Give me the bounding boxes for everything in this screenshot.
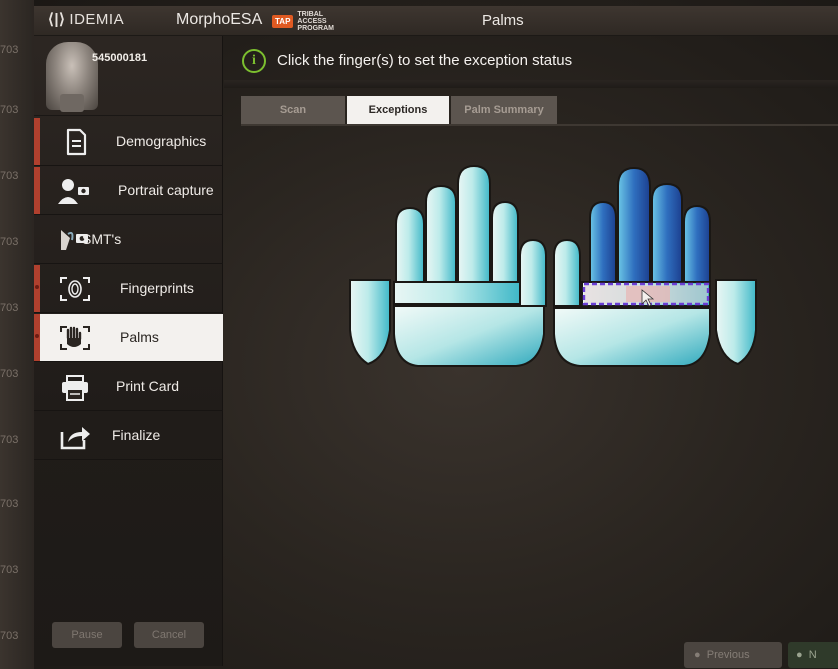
sidebar-item-print-card[interactable]: Print Card: [34, 363, 223, 411]
fingerprint-scanner-icon: [60, 277, 90, 301]
idemia-mark-icon: ⟨|⟩: [48, 11, 66, 28]
avatar-neck: [60, 94, 84, 112]
document-icon: [66, 128, 87, 156]
sidebar-item-demographics[interactable]: Demographics: [34, 118, 223, 166]
next-button[interactable]: ● N: [788, 642, 838, 668]
right-hand: [553, 166, 757, 367]
status-dot: [35, 334, 39, 338]
tab-exceptions[interactable]: Exceptions: [347, 96, 449, 124]
window-title: Palms: [482, 12, 524, 29]
next-icon: ●: [796, 649, 809, 661]
right-palm[interactable]: [553, 307, 711, 367]
app-name: MorphoESA: [176, 11, 263, 28]
right-thumb[interactable]: [715, 279, 757, 366]
sidebar-item-label: Fingerprints: [120, 280, 194, 296]
status-dot: [35, 285, 39, 289]
left-interdigital-area[interactable]: [393, 281, 521, 305]
instruction-bar: i Click the finger(s) to set the excepti…: [224, 46, 838, 76]
tab-palm-summary[interactable]: Palm Summary: [451, 96, 557, 124]
portrait-camera-icon: [58, 179, 89, 204]
subject-id: 545000181: [92, 52, 148, 64]
bezel-number: 703: [0, 630, 19, 642]
sidebar-item-label: Palms: [120, 329, 159, 345]
info-icon: i: [242, 49, 266, 73]
left-palm[interactable]: [393, 305, 545, 367]
sidebar-item-palms[interactable]: Palms: [34, 314, 223, 362]
tap-logo: TAP TRIBAL ACCESS PROGRAM: [272, 10, 334, 32]
main-panel: i Click the finger(s) to set the excepti…: [224, 36, 838, 669]
left-ring-finger[interactable]: [457, 164, 491, 283]
bezel-number: 703: [0, 498, 19, 510]
sidebar-item-portrait-capture[interactable]: Portrait capture: [34, 167, 223, 215]
bezel-strip: 703 703 703 703 703 703 703 703 703 703: [0, 0, 34, 669]
tap-program-text: TRIBAL ACCESS PROGRAM: [297, 10, 334, 32]
previous-button[interactable]: ● Previous: [684, 642, 782, 668]
left-pinky-column[interactable]: [491, 200, 519, 283]
right-middle-finger[interactable]: [617, 166, 651, 283]
screen: 703 703 703 703 703 703 703 703 703 703 …: [0, 0, 838, 669]
left-thumb[interactable]: [349, 279, 391, 366]
sidebar-item-fingerprints[interactable]: Fingerprints: [34, 265, 223, 313]
sidebar-item-label: Demographics: [116, 133, 207, 149]
instruction-text: Click the finger(s) to set the exception…: [277, 52, 573, 69]
printer-icon: [62, 375, 88, 401]
bezel-number: 703: [0, 302, 19, 314]
bezel-number: 703: [0, 236, 19, 248]
right-ring-finger[interactable]: [589, 200, 617, 283]
bezel-number: 703: [0, 104, 19, 116]
right-little-finger[interactable]: [553, 238, 581, 307]
sidebar-item-label: Finalize: [112, 427, 161, 443]
left-middle-finger[interactable]: [425, 184, 457, 283]
palm-scanner-icon: [60, 326, 90, 350]
sidebar: 545000181 Demographics Portrait capture: [34, 36, 223, 666]
brand-name: IDEMIA: [69, 11, 125, 28]
next-label: N: [808, 649, 817, 661]
left-index-finger[interactable]: [395, 206, 425, 283]
sidebar-item-smts[interactable]: SMT's: [34, 216, 223, 264]
sidebar-item-label: Portrait capture: [118, 182, 214, 198]
bezel-number: 703: [0, 44, 19, 56]
status-stripe: [34, 118, 40, 165]
cancel-button[interactable]: Cancel: [134, 622, 204, 648]
tab-scan[interactable]: Scan: [241, 96, 345, 124]
sidebar-item-label: SMT's: [82, 231, 122, 247]
sidebar-item-finalize[interactable]: Finalize: [34, 412, 223, 460]
bezel-number: 703: [0, 368, 19, 380]
share-arrow-icon: [60, 427, 90, 450]
left-hand: [349, 164, 547, 367]
status-stripe: [34, 167, 40, 214]
right-index-finger[interactable]: [651, 182, 683, 283]
bezel-number: 703: [0, 564, 19, 576]
previous-label: Previous: [706, 649, 750, 661]
header-divider: [224, 80, 838, 88]
left-little-finger[interactable]: [519, 238, 547, 307]
tab-underline: [241, 124, 838, 126]
bezel-number: 703: [0, 170, 19, 182]
palm-exception-diagram: [349, 164, 757, 367]
title-bar: ⟨|⟩ IDEMIA MorphoESA TAP TRIBAL ACCESS PR…: [34, 6, 838, 36]
pause-button[interactable]: Pause: [52, 622, 122, 648]
tap-badge: TAP: [272, 14, 294, 28]
idemia-logo: ⟨|⟩ IDEMIA: [48, 10, 124, 28]
sidebar-item-label: Print Card: [116, 378, 180, 394]
right-pointer-finger[interactable]: [683, 204, 711, 283]
tab-strip: Scan Exceptions Palm Summary: [241, 96, 559, 124]
previous-icon: ●: [694, 649, 707, 661]
subject-profile: 545000181: [34, 36, 223, 116]
bezel-number: 703: [0, 434, 19, 446]
